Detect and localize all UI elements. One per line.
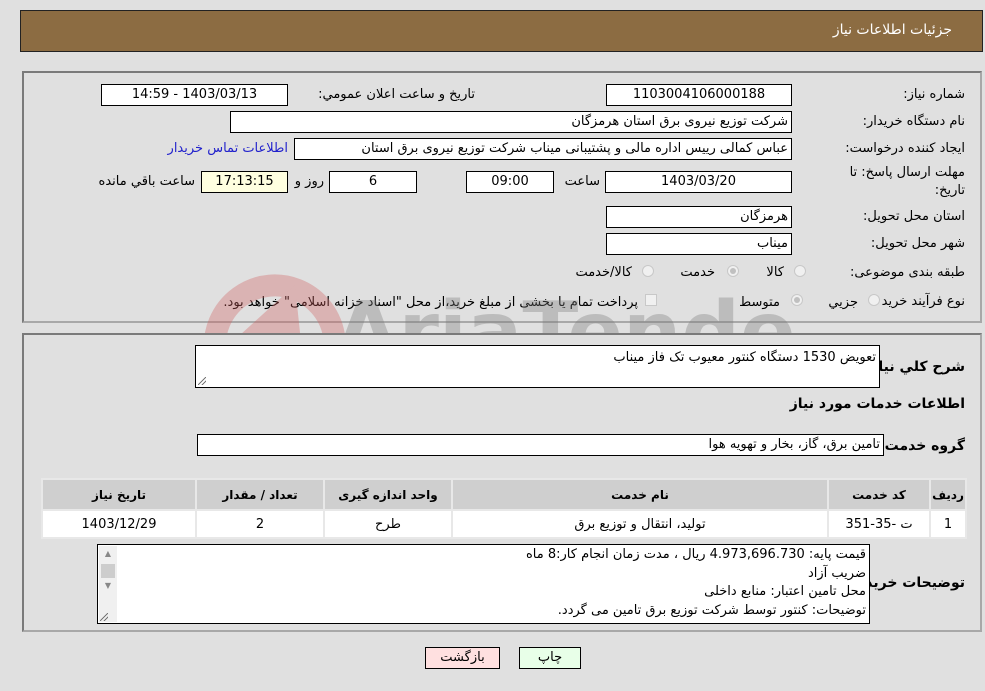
buyer-contact-link[interactable]: اطلاعات تماس خریدار [168,141,288,156]
process-label: نوع فرآیند خرید : [873,294,965,309]
creator-label: ایجاد کننده درخواست: [845,141,965,156]
remaining-time-field: 17:13:15 [201,171,288,193]
category-radio-service[interactable] [727,265,739,277]
category-label: طبقه بندی موضوعی: [849,265,965,280]
province-field: هرمزگان [606,206,792,228]
resize-grip-icon[interactable] [100,613,108,621]
col-need-date: تاریخ نیاز [41,478,197,511]
col-service-name: نام خدمت [451,478,829,511]
resize-grip-icon[interactable] [198,377,206,385]
announce-label: تاریخ و ساعت اعلان عمومي: [318,87,475,102]
province-label: استان محل تحویل: [863,209,965,224]
table-header-row: ردیف کد خدمت نام خدمت واحد اندازه گیری ت… [41,478,967,511]
buyer-org-label: نام دستگاه خریدار: [862,114,965,129]
creator-field: عباس کمالی رییس اداره مالی و پشتیبانی می… [294,138,792,160]
category-service-label: خدمت [680,265,715,280]
process-small-label: جزیي [828,295,858,310]
cell-quantity: 2 [195,509,325,539]
process-radio-small[interactable] [868,294,880,306]
deadline-date-field: 1403/03/20 [605,171,792,193]
category-radio-goods-service[interactable] [642,265,654,277]
col-unit: واحد اندازه گیری [323,478,453,511]
summary-text: تعویض 1530 دستگاه کنتور معیوب تک فاز مین… [613,350,876,365]
deadline-time-label: ساعت [564,174,600,189]
services-section-title: اطلاعات خدمات مورد نیاز [789,396,965,412]
col-service-code: کد خدمت [827,478,931,511]
days-label: روز و [294,174,324,189]
need-number-field: 1103004106000188 [606,84,792,106]
need-details-panel: شماره نیاز: 1103004106000188 تاریخ و ساع… [22,71,982,323]
remaining-label: ساعت باقي مانده [98,174,195,189]
scroll-down-arrow-icon[interactable]: ▼ [99,578,117,594]
buyer-notes-textarea[interactable]: قیمت پایه: 4.973,696.730 ریال ، مدت زمان… [97,544,870,624]
remaining-days-field: 6 [329,171,417,193]
print-button[interactable]: چاپ [519,647,581,669]
buyer-notes-line: قیمت پایه: 4.973,696.730 ریال ، مدت زمان… [525,547,866,562]
buyer-notes-line: توضیحات: کنتور توسط شرکت توزیع برق تامین… [557,602,866,618]
scroll-thumb[interactable] [101,564,115,578]
service-group-label: گروه خدمت: [879,438,965,454]
deadline-time-field: 09:00 [466,171,554,193]
page-title: جزئیات اطلاعات نیاز [832,22,952,38]
process-radio-medium[interactable] [791,294,803,306]
category-goods-label: کالا [766,265,784,280]
col-quantity: تعداد / مقدار [195,478,325,511]
cell-row-number: 1 [929,509,967,539]
table-row: 1 ت -35-351 تولید، انتقال و توزیع برق طر… [41,509,967,539]
cell-unit: طرح [323,509,453,539]
service-group-field: تامین برق، گاز، بخار و تهویه هوا [197,434,884,456]
buyer-org-field: شرکت توزیع نیروی برق استان هرمزگان [230,111,792,133]
deadline-label-2: تاریخ: [934,183,965,198]
back-button[interactable]: بازگشت [425,647,500,669]
city-field: میناب [606,233,792,255]
city-label: شهر محل تحویل: [870,236,965,251]
need-number-label: شماره نیاز: [903,87,965,102]
services-panel: شرح کلي نیاز: تعویض 1530 دستگاه کنتور مع… [22,333,982,632]
process-medium-label: متوسط [739,295,780,310]
cell-need-date: 1403/12/29 [41,509,197,539]
services-table: ردیف کد خدمت نام خدمت واحد اندازه گیری ت… [41,478,967,539]
buyer-notes-line: ضریب آزاد [807,565,866,581]
announce-datetime-field: 1403/03/13 - 14:59 [101,84,288,106]
category-radio-goods[interactable] [794,265,806,277]
notes-scrollbar[interactable]: ▲ ▼ [99,546,117,622]
treasury-note: پرداخت تمام یا بخشی از مبلغ خرید،از محل … [223,295,638,310]
buyer-notes-line: محل تامین اعتبار: منابع داخلی [704,584,866,599]
cell-service-code: ت -35-351 [827,509,931,539]
category-goods-service-label: کالا/خدمت [575,265,632,280]
deadline-label: مهلت ارسال پاسخ: تا [849,165,965,180]
summary-textarea[interactable]: تعویض 1530 دستگاه کنتور معیوب تک فاز مین… [195,345,880,388]
scroll-up-arrow-icon[interactable]: ▲ [99,546,117,562]
treasury-checkbox[interactable] [645,294,657,306]
cell-service-name: تولید، انتقال و توزیع برق [451,509,829,539]
col-row-number: ردیف [929,478,967,511]
page-header: جزئیات اطلاعات نیاز [20,10,983,52]
